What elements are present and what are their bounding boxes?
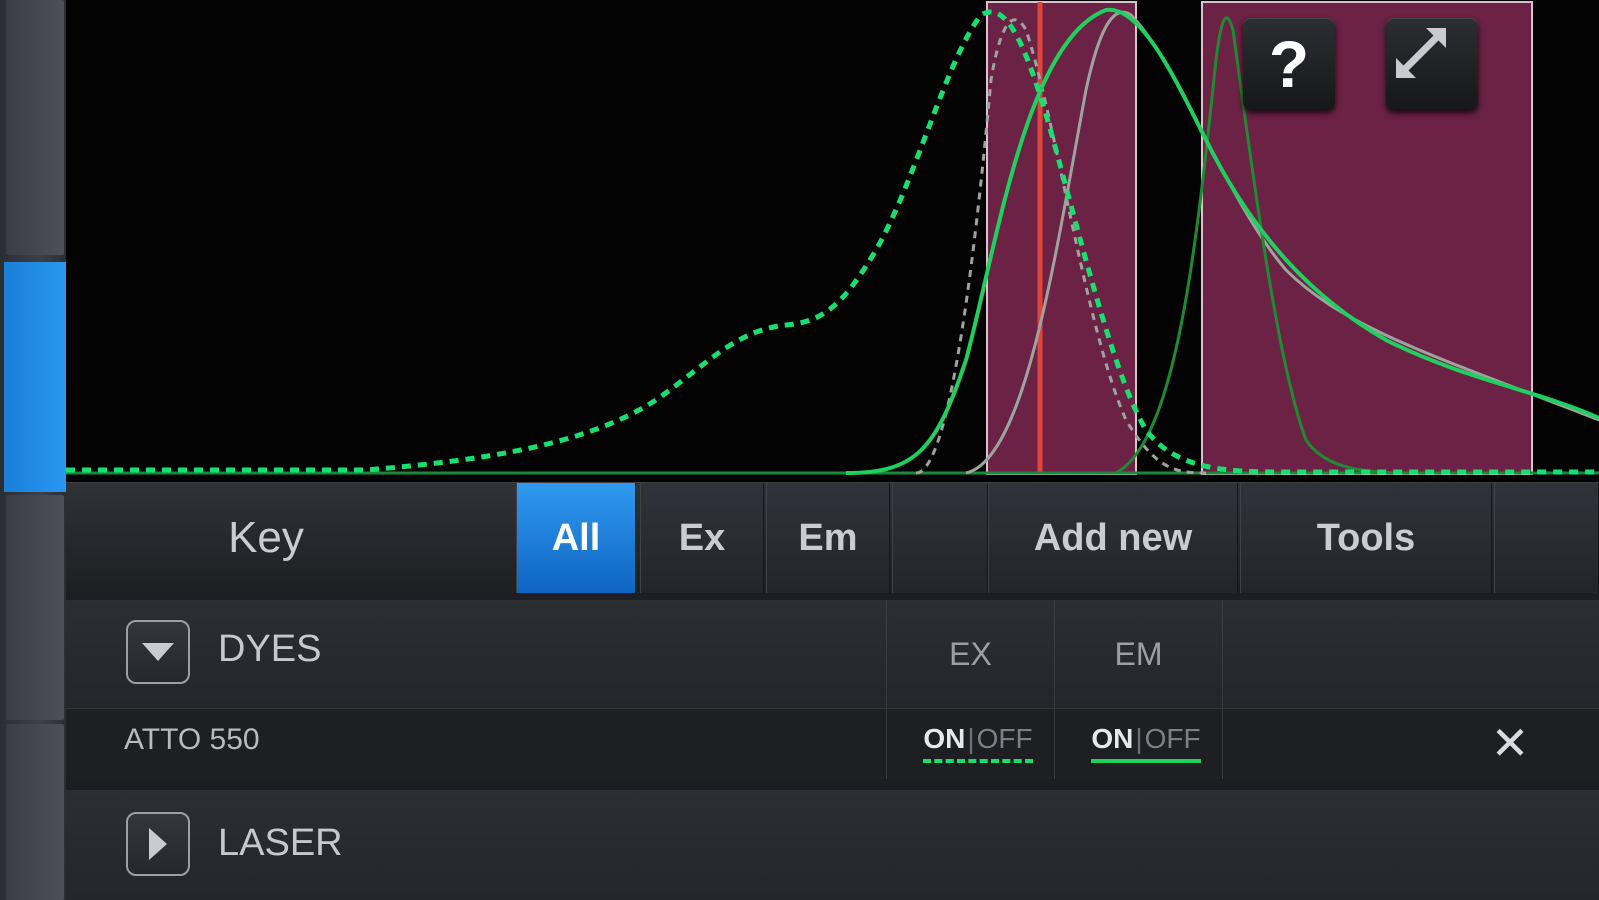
tab-all[interactable]: All	[516, 483, 636, 593]
tab-spacer	[892, 483, 988, 593]
ex-off-label[interactable]: OFF	[977, 723, 1033, 755]
spectrum-svg	[66, 1, 1599, 475]
tab-filler	[1494, 483, 1599, 593]
em-on-label[interactable]: ON	[1091, 723, 1133, 755]
triangle-right-icon	[149, 828, 167, 860]
dye-name: ATTO 550	[124, 723, 260, 756]
dyes-expander-button[interactable]	[126, 620, 190, 684]
spectrum-chart: ?	[66, 0, 1599, 482]
key-label[interactable]: Key	[66, 483, 466, 593]
dyes-title: DYES	[218, 628, 322, 670]
expand-button[interactable]	[1386, 18, 1478, 110]
ex-toggle[interactable]: ON | OFF	[908, 708, 1048, 778]
ex-on-label[interactable]: ON	[923, 723, 965, 755]
help-icon: ?	[1268, 27, 1310, 101]
side-segment[interactable]	[6, 495, 64, 720]
laser-title: LASER	[218, 822, 343, 864]
close-icon: ✕	[1490, 717, 1530, 769]
em-toggle[interactable]: ON | OFF	[1076, 708, 1216, 778]
dyes-section-header: DYES EX EM	[66, 600, 1599, 708]
laser-section-header: LASER	[66, 790, 1599, 900]
col-header-em: EM	[1054, 600, 1222, 708]
expand-icon	[1396, 28, 1446, 78]
add-new-button[interactable]: Add new	[988, 483, 1238, 593]
em-sep: |	[1135, 723, 1143, 754]
tab-ex[interactable]: Ex	[640, 483, 764, 593]
side-strip	[0, 0, 66, 900]
tools-button[interactable]: Tools	[1240, 483, 1492, 593]
help-button[interactable]: ?	[1243, 18, 1335, 110]
side-segment[interactable]	[6, 724, 64, 900]
dye-row: ATTO 550 ✕	[66, 708, 1599, 779]
divider	[886, 709, 887, 779]
laser-expander-button[interactable]	[126, 812, 190, 876]
remove-dye-button[interactable]: ✕	[1480, 713, 1540, 773]
col-header-blank	[1222, 600, 1599, 708]
em-off-label[interactable]: OFF	[1145, 723, 1201, 755]
divider	[1222, 709, 1223, 779]
ex-sep: |	[967, 723, 975, 754]
side-segment-active[interactable]	[4, 262, 66, 492]
side-segment[interactable]	[6, 0, 64, 255]
divider	[1054, 709, 1055, 779]
col-header-ex: EX	[886, 600, 1054, 708]
triangle-down-icon	[142, 643, 174, 661]
tab-bar: Key All Ex Em Add new Tools	[66, 482, 1599, 593]
tab-em[interactable]: Em	[766, 483, 890, 593]
filter-band-1	[986, 1, 1137, 475]
